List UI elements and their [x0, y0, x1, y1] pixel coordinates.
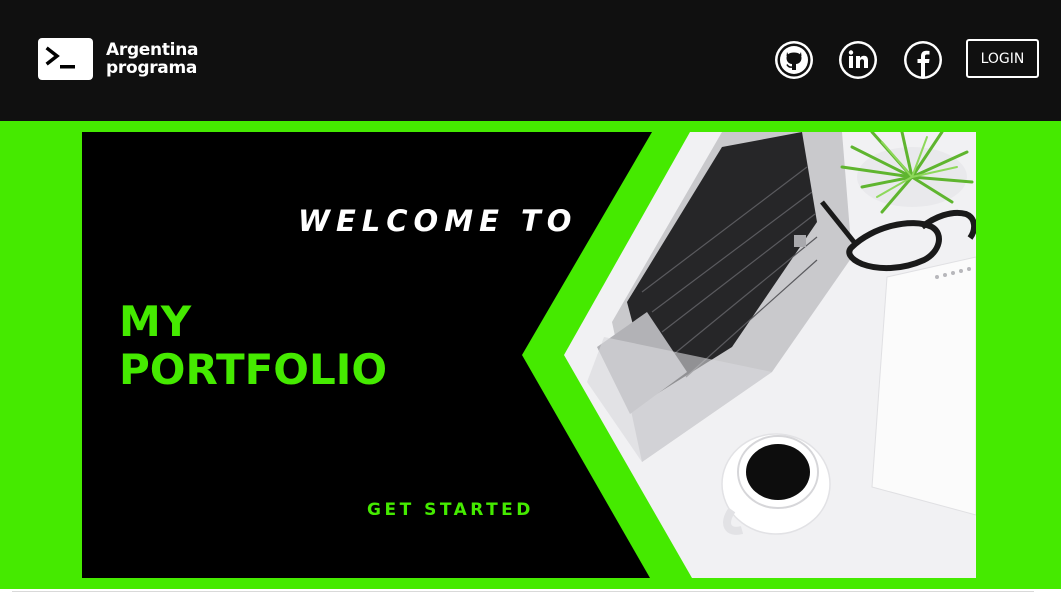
- brand-logo[interactable]: Argentina programa: [38, 38, 198, 80]
- github-icon: [775, 41, 813, 79]
- linkedin-icon: [839, 41, 877, 79]
- portfolio-title-line1: MY: [119, 297, 192, 346]
- brand-name: Argentina programa: [106, 41, 198, 77]
- facebook-icon: [904, 41, 942, 79]
- brand-name-line2: programa: [106, 58, 198, 78]
- get-started-link[interactable]: GET STARTED: [367, 500, 534, 520]
- portfolio-title-line2: PORTFOLIO: [119, 345, 388, 394]
- github-link[interactable]: [773, 39, 815, 81]
- portfolio-title: MY PORTFOLIO: [119, 298, 387, 394]
- top-navbar: Argentina programa LOGIN: [0, 0, 1061, 121]
- hero-banner: WELCOME TO MY PORTFOLIO GET STARTED: [82, 132, 976, 578]
- hero-section: WELCOME TO MY PORTFOLIO GET STARTED: [0, 121, 1061, 589]
- linkedin-link[interactable]: [837, 39, 879, 81]
- terminal-prompt-icon: [38, 38, 93, 80]
- login-button[interactable]: LOGIN: [966, 39, 1039, 78]
- brand-name-line1: Argentina: [106, 40, 199, 60]
- welcome-heading: WELCOME TO: [298, 204, 578, 238]
- page-divider: [12, 591, 1034, 592]
- facebook-link[interactable]: [902, 39, 944, 81]
